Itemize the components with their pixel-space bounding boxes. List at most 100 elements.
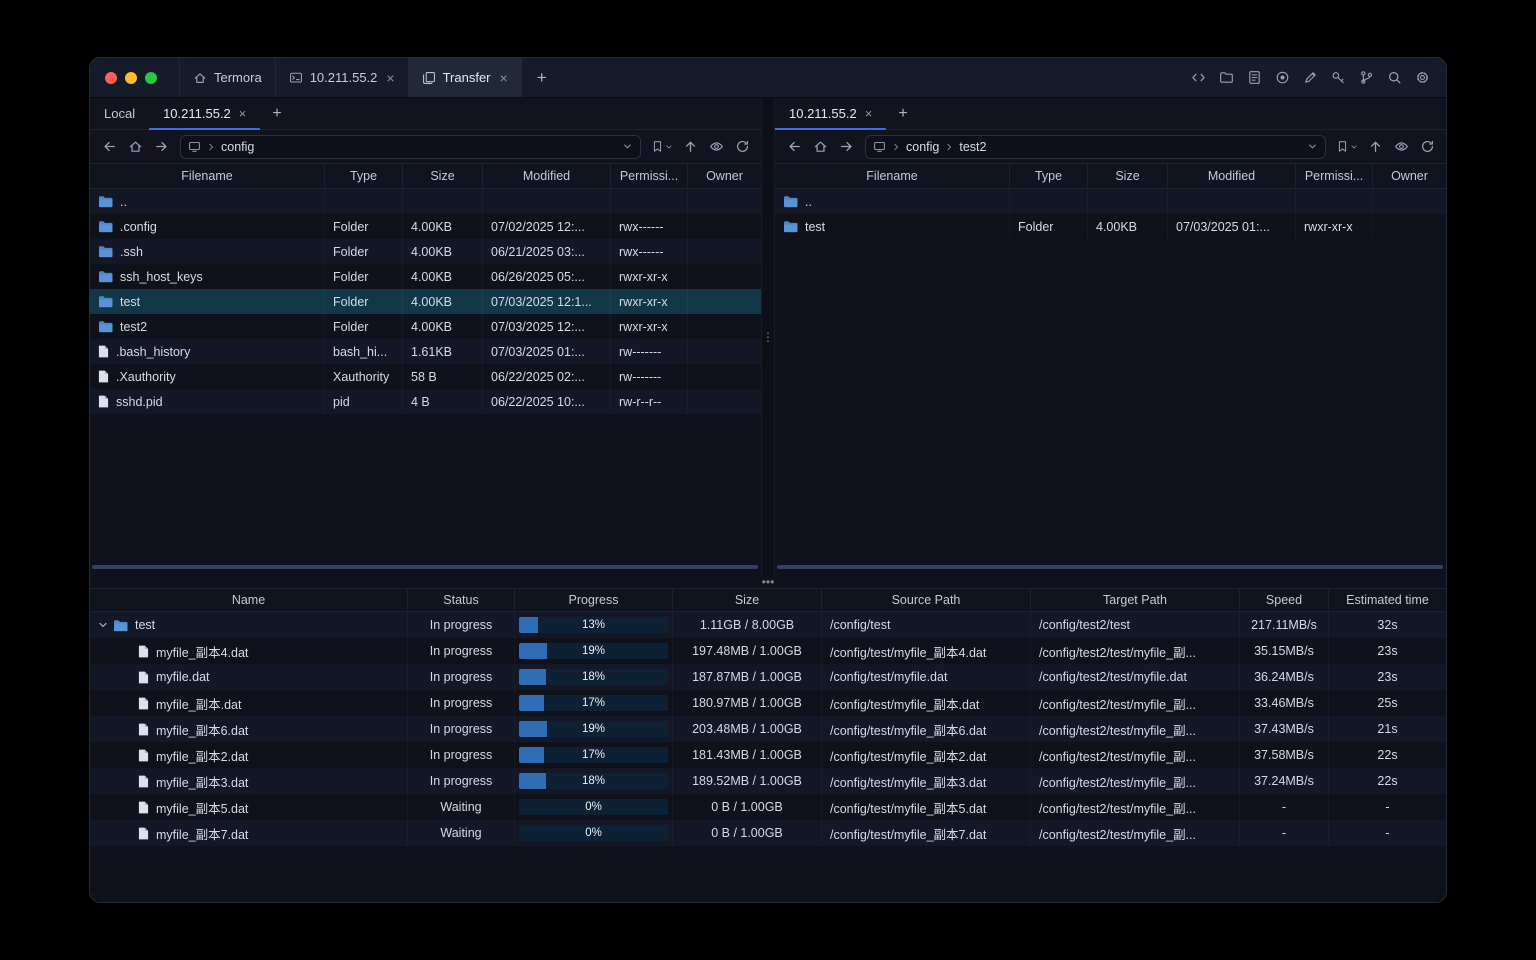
transfer-column-header-target-path[interactable]: Target Path <box>1031 589 1240 611</box>
transfer-row[interactable]: myfile_副本6.dat In progress 19% 203.48MB / 1… <box>90 716 1446 742</box>
record-icon[interactable] <box>1271 67 1293 89</box>
window-tab-10-211-55-2[interactable]: 10.211.55.2 × <box>274 58 408 97</box>
document-icon[interactable] <box>1243 67 1265 89</box>
file-row[interactable]: test Folder 4.00KB 07/03/2025 12:1... rwxr-x… <box>90 289 761 314</box>
file-type: Folder <box>1010 214 1088 239</box>
path-dropdown-icon[interactable] <box>622 141 633 152</box>
column-header-modified[interactable]: Modified <box>483 164 611 188</box>
breadcrumb-segment[interactable]: config <box>221 140 254 154</box>
gear-icon[interactable] <box>1411 67 1433 89</box>
parent-directory-icon[interactable] <box>678 135 702 159</box>
code-icon[interactable] <box>1187 67 1209 89</box>
bookmark-button[interactable] <box>1333 140 1361 153</box>
file-row[interactable]: ssh_host_keys Folder 4.00KB 06/26/2025 05:.… <box>90 264 761 289</box>
refresh-icon[interactable] <box>1415 135 1439 159</box>
show-hidden-files-icon[interactable] <box>704 135 728 159</box>
show-hidden-files-icon[interactable] <box>1389 135 1413 159</box>
zoom-window-button[interactable] <box>145 71 157 84</box>
transfer-column-header-estimated-time[interactable]: Estimated time <box>1329 589 1446 611</box>
file-row[interactable]: .bash_history bash_hi... 1.61KB 07/03/2025 … <box>90 339 761 364</box>
file-row[interactable]: .. <box>775 189 1446 214</box>
column-header-permissi[interactable]: Permissi... <box>1296 164 1373 188</box>
key-icon[interactable] <box>1327 67 1349 89</box>
bookmark-button[interactable] <box>648 140 676 153</box>
window-tab-termora[interactable]: Termora <box>179 58 275 97</box>
close-icon[interactable]: × <box>500 71 508 85</box>
panel-tab-local[interactable]: Local <box>90 98 149 129</box>
refresh-icon[interactable] <box>730 135 754 159</box>
home-icon[interactable] <box>123 135 147 159</box>
back-icon[interactable] <box>97 135 121 159</box>
close-window-button[interactable] <box>105 71 117 84</box>
transfer-column-header-name[interactable]: Name <box>90 589 408 611</box>
parent-directory-icon[interactable] <box>1363 135 1387 159</box>
column-header-size[interactable]: Size <box>1088 164 1168 188</box>
forward-icon[interactable] <box>834 135 858 159</box>
new-panel-tab-button[interactable]: + <box>260 98 293 129</box>
path-breadcrumb[interactable]: config <box>180 134 641 159</box>
folder-icon <box>98 270 113 283</box>
panel-tab-10-211-55-2[interactable]: 10.211.55.2 × <box>149 98 261 130</box>
close-icon[interactable]: × <box>386 71 394 85</box>
new-window-tab-button[interactable]: + <box>522 58 562 97</box>
transfer-status: Waiting <box>408 820 515 846</box>
file-row[interactable]: .config Folder 4.00KB 07/02/2025 12:... rwx-… <box>90 214 761 239</box>
transfer-column-header-status[interactable]: Status <box>408 589 515 611</box>
file-table-body: .. test Folder 4.00KB 07/03/2025 01:... rwxr-… <box>775 189 1446 576</box>
file-row[interactable]: sshd.pid pid 4 B 06/22/2025 10:... rw-r--r-- <box>90 389 761 414</box>
path-dropdown-icon[interactable] <box>1307 141 1318 152</box>
transfer-column-header-source-path[interactable]: Source Path <box>822 589 1031 611</box>
transfer-row[interactable]: myfile_副本2.dat In progress 17% 181.43MB / 1… <box>90 742 1446 768</box>
file-row[interactable]: .. <box>90 189 761 214</box>
close-icon[interactable]: × <box>865 107 873 120</box>
pencil-icon[interactable] <box>1299 67 1321 89</box>
path-breadcrumb[interactable]: config test2 <box>865 134 1326 159</box>
transfer-row[interactable]: myfile.dat In progress 18% 187.87MB / 1.00G… <box>90 664 1446 690</box>
transfer-column-header-progress[interactable]: Progress <box>515 589 673 611</box>
transfer-column-header-speed[interactable]: Speed <box>1240 589 1329 611</box>
transfer-column-header-size[interactable]: Size <box>673 589 822 611</box>
transfer-row[interactable]: myfile_副本.dat In progress 17% 180.97MB / 1.… <box>90 690 1446 716</box>
folder-action-icon[interactable] <box>1215 67 1237 89</box>
column-header-owner[interactable]: Owner <box>1373 164 1446 188</box>
breadcrumb-segment[interactable]: config <box>906 140 939 154</box>
column-header-type[interactable]: Type <box>1010 164 1088 188</box>
column-header-type[interactable]: Type <box>325 164 403 188</box>
column-header-owner[interactable]: Owner <box>688 164 761 188</box>
transfer-row[interactable]: test In progress 13% 1.11GB / 8.00GB/config… <box>90 612 1446 638</box>
forward-icon[interactable] <box>149 135 173 159</box>
horizontal-scrollbar[interactable] <box>777 565 1443 569</box>
column-header-size[interactable]: Size <box>403 164 483 188</box>
new-panel-tab-button[interactable]: + <box>886 98 919 129</box>
transfer-row[interactable]: myfile_副本3.dat In progress 18% 189.52MB / 1… <box>90 768 1446 794</box>
file-row[interactable]: test Folder 4.00KB 07/03/2025 01:... rwxr-xr… <box>775 214 1446 239</box>
back-icon[interactable] <box>782 135 806 159</box>
column-header-filename[interactable]: Filename <box>775 164 1010 188</box>
search-icon[interactable] <box>1383 67 1405 89</box>
breadcrumb-segment[interactable]: test2 <box>959 140 986 154</box>
expand-chevron-icon[interactable] <box>95 620 110 630</box>
panel-tab-10-211-55-2[interactable]: 10.211.55.2 × <box>775 98 887 130</box>
transfer-speed: 33.46MB/s <box>1240 690 1329 716</box>
column-header-filename[interactable]: Filename <box>90 164 325 188</box>
horizontal-scrollbar[interactable] <box>92 565 758 569</box>
window-tab-transfer[interactable]: Transfer × <box>407 58 522 97</box>
window-tab-label: Termora <box>214 70 262 85</box>
transfer-row[interactable]: myfile_副本4.dat In progress 19% 197.48MB / 1… <box>90 638 1446 664</box>
file-name: .ssh <box>120 244 143 259</box>
horizontal-splitter[interactable]: ••• <box>90 576 1446 588</box>
file-row[interactable]: .Xauthority Xauthority 58 B 06/22/2025 02:.… <box>90 364 761 389</box>
branch-icon[interactable] <box>1355 67 1377 89</box>
file-size: 4.00KB <box>403 239 483 264</box>
column-header-modified[interactable]: Modified <box>1168 164 1296 188</box>
column-header-permissi[interactable]: Permissi... <box>611 164 688 188</box>
transfer-row[interactable]: myfile_副本7.dat Waiting 0% 0 B / 1.00GB/conf… <box>90 820 1446 846</box>
file-permissions: rwxr-xr-x <box>611 314 688 339</box>
file-row[interactable]: .ssh Folder 4.00KB 06/21/2025 03:... rwx----… <box>90 239 761 264</box>
minimize-window-button[interactable] <box>125 71 137 84</box>
home-icon[interactable] <box>808 135 832 159</box>
transfer-row[interactable]: myfile_副本5.dat Waiting 0% 0 B / 1.00GB/conf… <box>90 794 1446 820</box>
file-row[interactable]: test2 Folder 4.00KB 07/03/2025 12:... rwxr-x… <box>90 314 761 339</box>
close-icon[interactable]: × <box>239 107 247 120</box>
vertical-splitter[interactable]: ⋮ <box>761 98 775 576</box>
